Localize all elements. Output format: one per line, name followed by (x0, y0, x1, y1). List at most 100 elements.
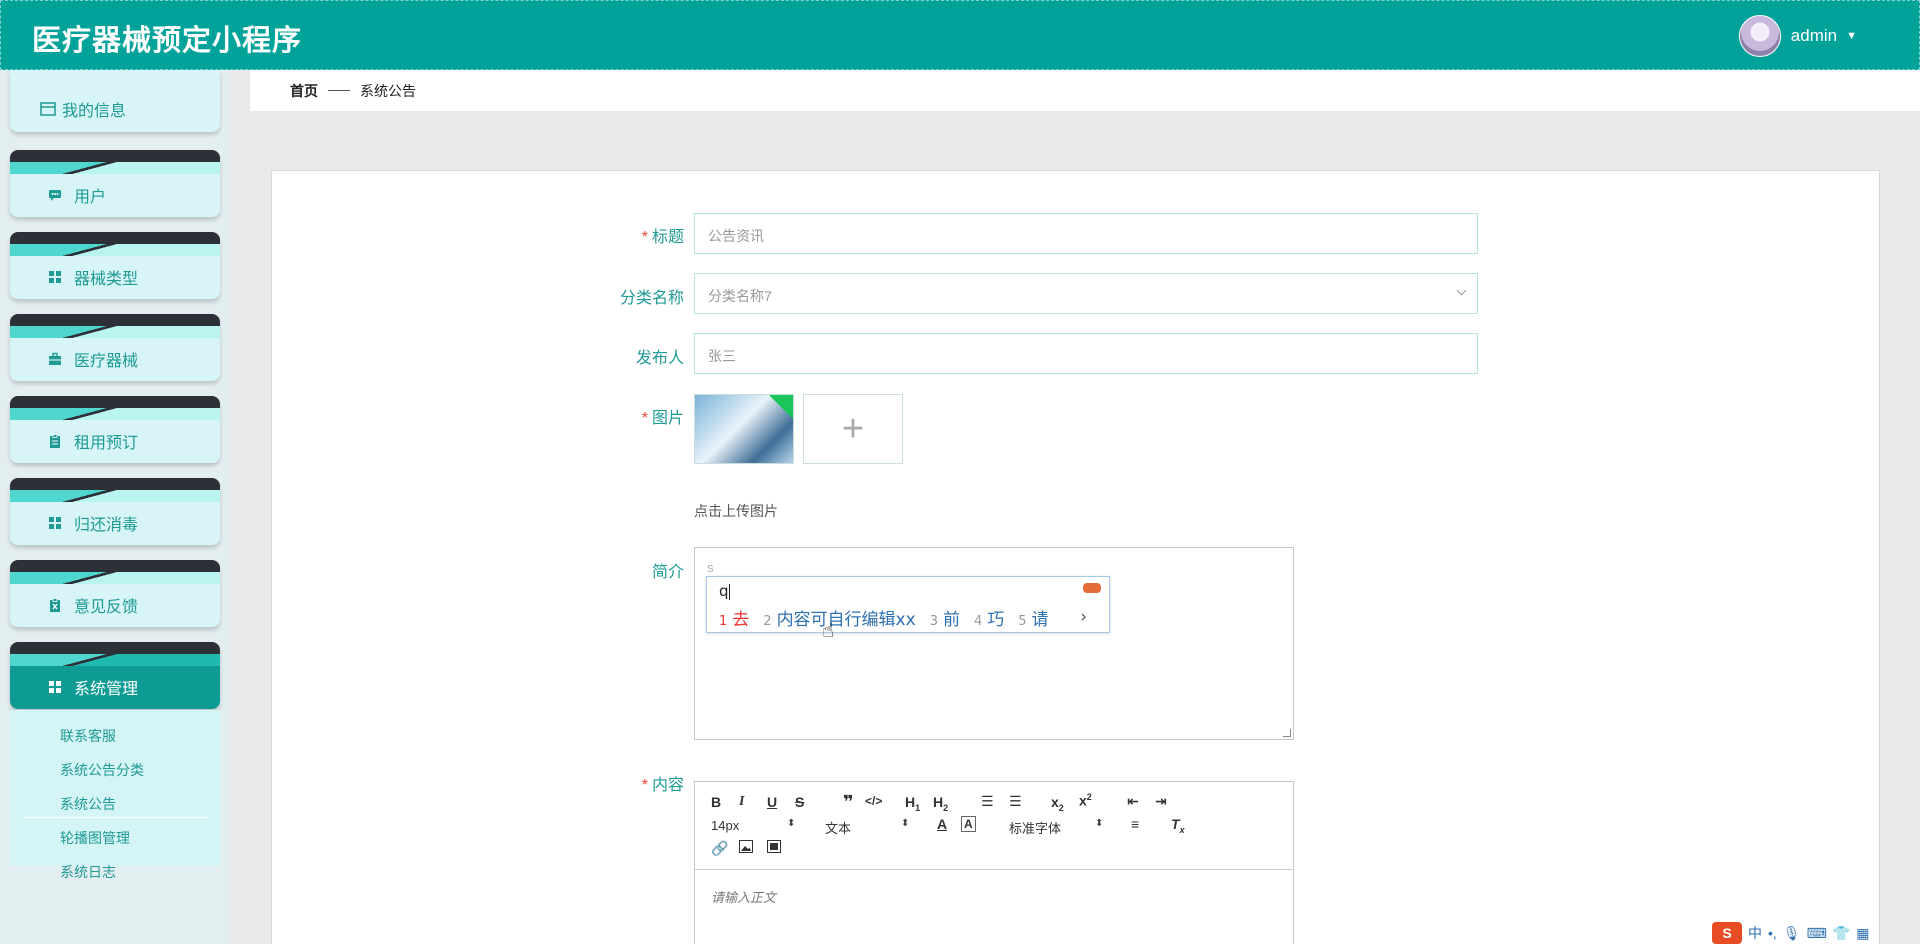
submenu-contact-service[interactable]: 联系客服 (60, 726, 116, 746)
sidebar: 我的信息 用户 器械类型 医疗器械 租用预订 归还消毒 意见反馈 系统管理 联系… (0, 70, 230, 944)
publisher-label: 发布人 (635, 350, 684, 367)
title-input[interactable]: 公告资讯 (694, 213, 1478, 254)
sort-icon: ⬍ (1095, 818, 1104, 829)
code-icon[interactable]: </> (865, 794, 882, 808)
outdent-icon[interactable]: ⇤ (1127, 793, 1139, 810)
sidebar-item-my-info[interactable]: 我的信息 (10, 70, 220, 132)
sidebar-item-label: 器械类型 (74, 271, 139, 288)
indent-icon[interactable]: ⇥ (1155, 793, 1167, 810)
breadcrumb-home[interactable]: 首页 (290, 81, 318, 101)
heading1-icon[interactable]: H1 (905, 794, 920, 813)
ime-candidate-popup: q 1去 2 内容可自行编辑xx 3前 4巧 5请 › (706, 576, 1110, 633)
ime-candidate[interactable]: 2 内容可自行编辑xx (763, 605, 915, 630)
toolbox-icon[interactable]: ▦ (1856, 925, 1869, 942)
resize-handle[interactable] (1283, 729, 1291, 737)
success-badge (769, 395, 793, 419)
blockquote-icon[interactable]: ❞ (843, 792, 854, 813)
ime-logo-icon (1083, 583, 1101, 593)
submenu-carousel[interactable]: 轮播图管理 (60, 828, 130, 848)
breadcrumb: 首页 系统公告 (250, 70, 1920, 111)
video-icon[interactable] (767, 840, 781, 856)
sidebar-item-label: 意见反馈 (74, 599, 139, 616)
sort-icon: ⬍ (901, 818, 910, 829)
top-header: 医疗器械预定小程序 admin ▼ (0, 0, 1920, 70)
sort-icon: ⬍ (787, 818, 796, 829)
bullet-list-icon[interactable]: ☰ (1009, 793, 1022, 810)
italic-icon[interactable]: I (739, 794, 744, 810)
intro-label: 简介 (651, 564, 684, 581)
sidebar-item-feedback[interactable]: 意见反馈 (10, 560, 220, 627)
ime-candidate[interactable]: 4巧 (974, 605, 1004, 630)
subscript-icon[interactable]: x2 (1051, 794, 1064, 813)
image-icon[interactable] (739, 840, 753, 856)
link-icon[interactable]: 🔗 (711, 840, 728, 857)
publisher-input[interactable]: 张三 (694, 333, 1478, 374)
block-format-select[interactable]: 文本 ⬍ (825, 818, 911, 837)
grid-icon (48, 516, 62, 530)
sidebar-item-rental-booking[interactable]: 租用预订 (10, 396, 220, 463)
uploaded-image-thumbnail[interactable] (694, 394, 794, 464)
ordered-list-icon[interactable]: ☰ (981, 793, 994, 810)
ime-candidate[interactable]: 5请 (1018, 605, 1048, 630)
title-label: * 标题 (641, 229, 684, 246)
rich-text-editor[interactable]: B I U S ❞ </> H1 H2 ☰ ☰ x2 x2 ⇤ ⇥ 14px ⬍ … (694, 781, 1294, 944)
ime-status-bar: S 中 •, 🎙 ⌨ 👕 ▦ (1712, 922, 1920, 944)
sidebar-item-return-disinfect[interactable]: 归还消毒 (10, 478, 220, 545)
category-select-value: 分类名称7 (708, 288, 772, 304)
chevron-down-icon (1456, 285, 1467, 296)
briefcase-icon (48, 352, 62, 366)
image-label: * 图片 (641, 410, 684, 427)
font-size-select[interactable]: 14px ⬍ (711, 818, 797, 833)
submenu-system-log[interactable]: 系统日志 (60, 862, 116, 882)
ime-composition: q (719, 582, 730, 600)
card-icon (40, 102, 56, 116)
strikethrough-icon[interactable]: S (795, 794, 804, 810)
system-submenu: 联系客服 系统公告分类 系统公告 轮播图管理 系统日志 (10, 710, 220, 880)
bold-icon[interactable]: B (711, 794, 721, 810)
font-family-select[interactable]: 标准字体 ⬍ (1009, 818, 1105, 837)
ime-candidate[interactable]: 1去 (719, 605, 749, 630)
category-label: 分类名称 (619, 290, 684, 307)
ime-language-toggle[interactable]: 中 (1748, 923, 1762, 943)
submenu-notice[interactable]: 系统公告 (60, 794, 116, 814)
superscript-icon[interactable]: x2 (1079, 792, 1092, 809)
hand-cursor-icon: ☝ (822, 620, 835, 642)
breadcrumb-current: 系统公告 (360, 82, 416, 99)
punctuation-icon[interactable]: •, (1768, 925, 1777, 941)
editor-toolbar: B I U S ❞ </> H1 H2 ☰ ☰ x2 x2 ⇤ ⇥ 14px ⬍ … (695, 782, 1293, 870)
sidebar-item-label: 我的信息 (62, 103, 127, 120)
microphone-icon[interactable]: 🎙 (1783, 925, 1801, 942)
notice-form-card: * 标题 公告资讯 分类名称 分类名称7 发布人 张三 * 图片 + 点击上传图片 … (271, 170, 1880, 944)
chat-icon (48, 188, 62, 202)
caret-down-icon[interactable]: ▼ (1846, 30, 1857, 42)
heading2-icon[interactable]: H2 (933, 794, 948, 813)
user-menu[interactable]: admin ▼ (1738, 15, 1857, 57)
app-title: 医疗器械预定小程序 (32, 23, 303, 57)
clipboard-icon (48, 434, 62, 448)
sidebar-item-users[interactable]: 用户 (10, 150, 220, 217)
align-icon[interactable]: ≡ (1131, 816, 1139, 832)
content-label: * 内容 (641, 777, 684, 794)
username[interactable]: admin (1791, 26, 1837, 46)
avatar[interactable] (1738, 15, 1781, 57)
skin-icon[interactable]: 👕 (1833, 925, 1850, 942)
background-color-icon[interactable]: A (961, 816, 976, 832)
sidebar-item-label: 归还消毒 (74, 517, 139, 534)
clear-format-icon[interactable]: Tx (1171, 816, 1185, 835)
underline-icon[interactable]: U (767, 794, 777, 810)
sogou-logo-icon[interactable]: S (1712, 922, 1742, 944)
submenu-notice-category[interactable]: 系统公告分类 (60, 760, 144, 780)
sidebar-item-device-types[interactable]: 器械类型 (10, 232, 220, 299)
submenu-divider (22, 817, 208, 818)
keyboard-icon[interactable]: ⌨ (1807, 925, 1827, 942)
category-select[interactable]: 分类名称7 (694, 273, 1478, 314)
sidebar-item-label: 系统管理 (74, 681, 139, 698)
upload-button[interactable]: + (803, 394, 903, 464)
ime-next-page-icon[interactable]: › (1080, 607, 1087, 627)
intro-textarea-value: s (707, 560, 714, 575)
sidebar-item-system-management[interactable]: 系统管理 (10, 642, 220, 709)
font-color-icon[interactable]: A (937, 816, 947, 832)
clipboard-x-icon (48, 598, 62, 612)
sidebar-item-medical-devices[interactable]: 医疗器械 (10, 314, 220, 381)
ime-candidate[interactable]: 3前 (930, 605, 960, 630)
